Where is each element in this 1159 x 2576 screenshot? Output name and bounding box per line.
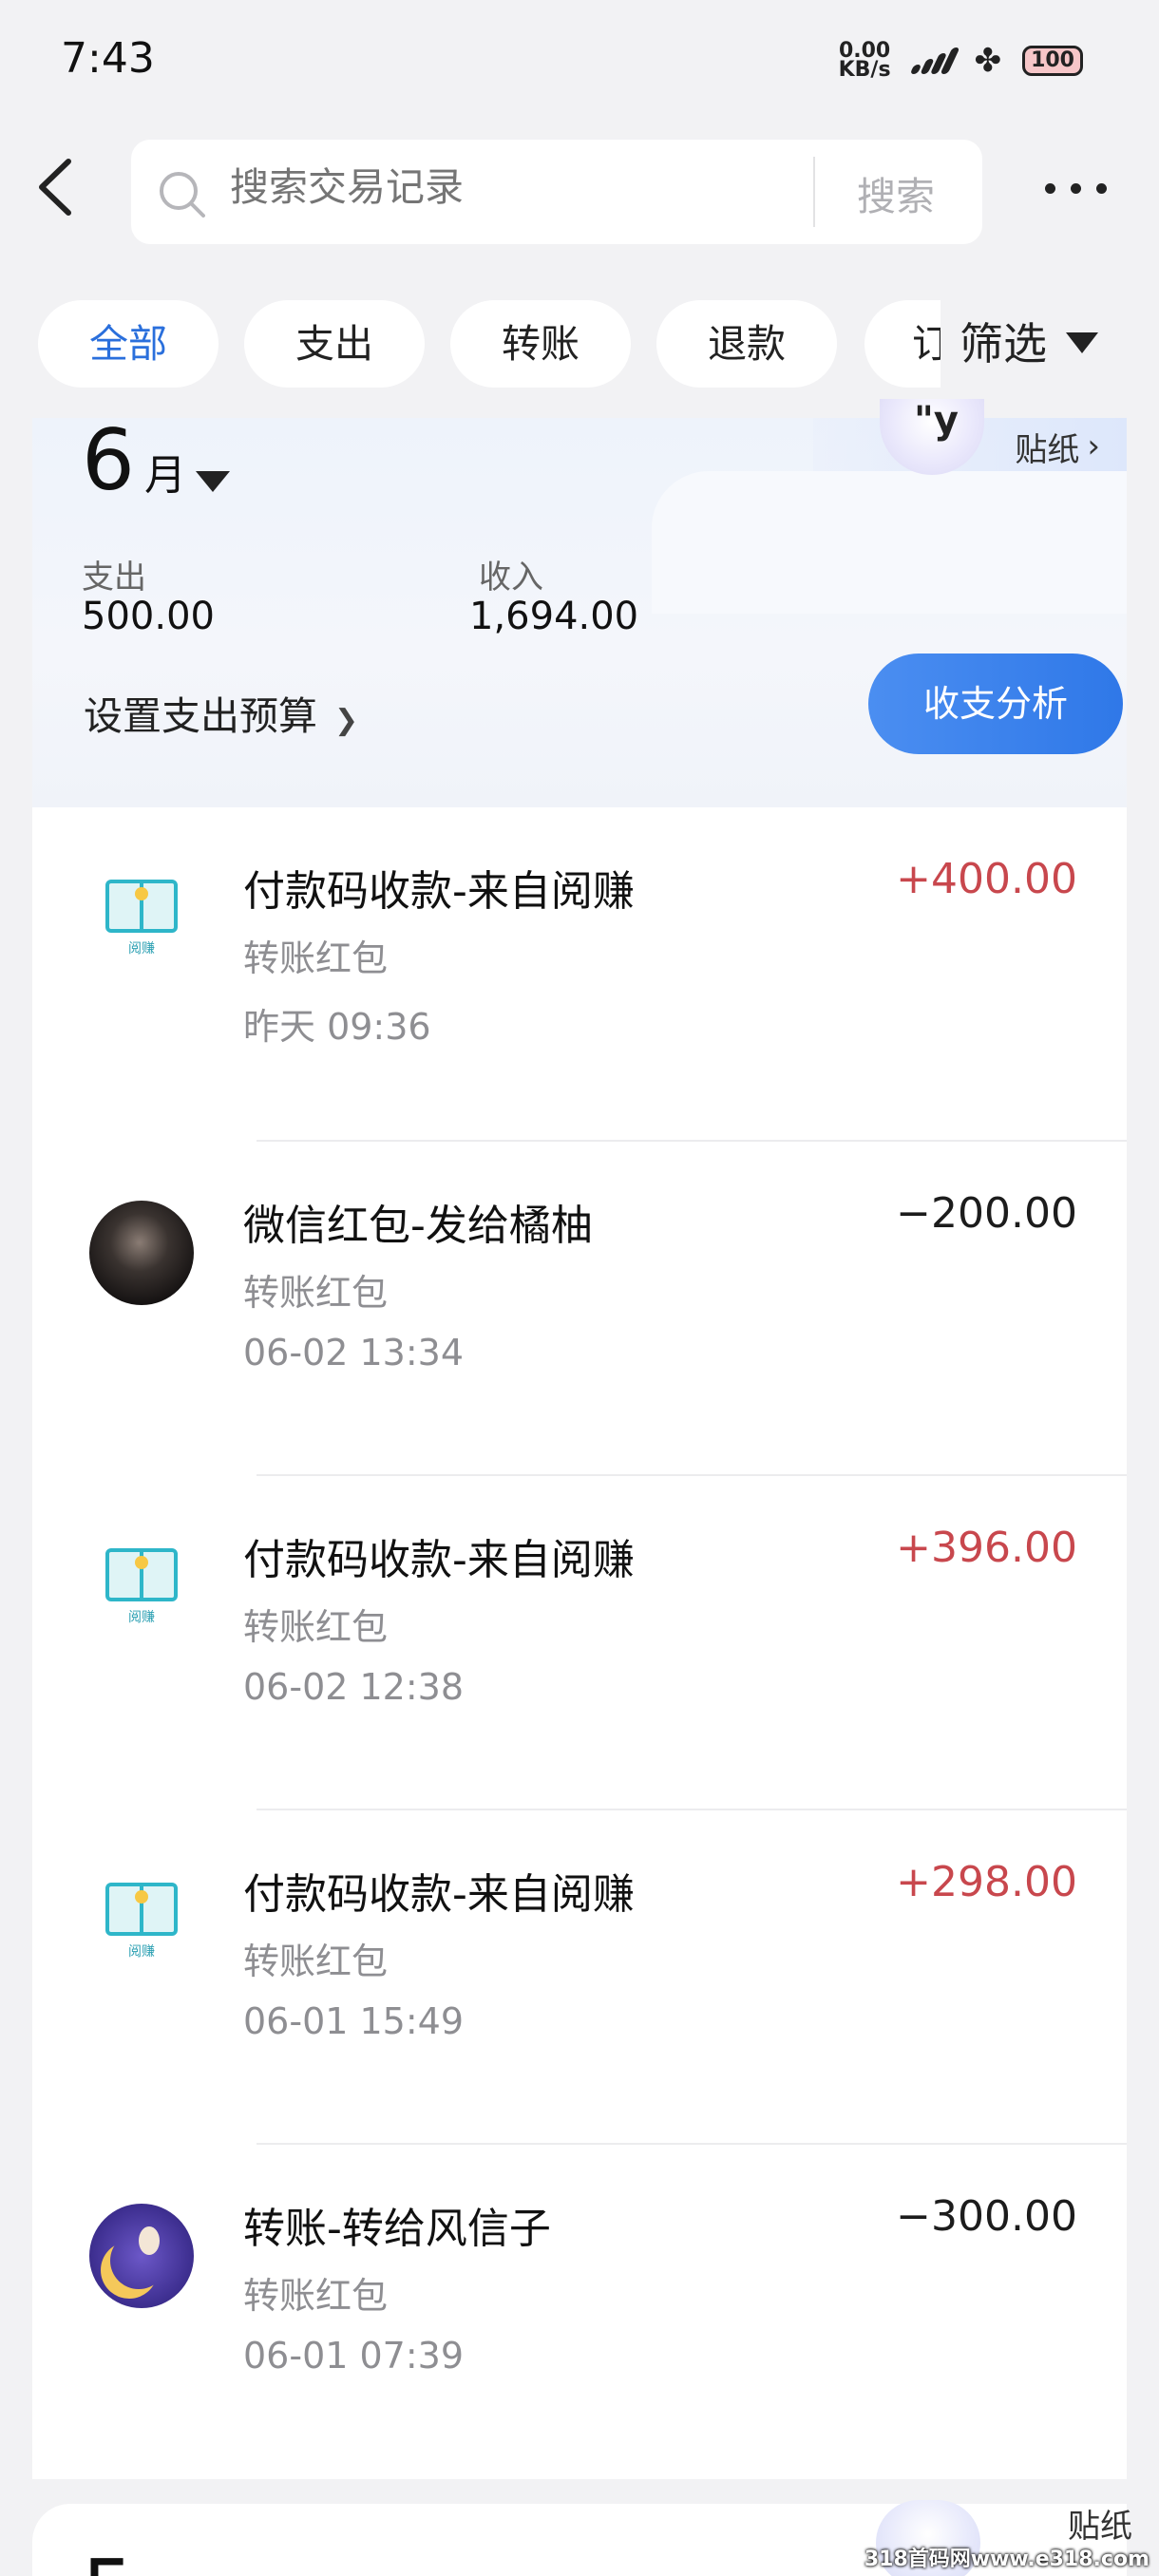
search-input[interactable]: [230, 164, 800, 210]
status-time: 7:43: [61, 34, 155, 83]
set-budget-link[interactable]: 设置支出预算: [84, 684, 358, 741]
search-button[interactable]: 搜索: [857, 164, 935, 221]
chip-partial[interactable]: 订: [864, 300, 940, 388]
transaction-time: 06-01 07:39: [243, 2335, 465, 2377]
more-options-icon[interactable]: [1045, 183, 1107, 194]
transaction-row[interactable]: 转账-转给风信子 转账红包 06-01 07:39 −300.00: [32, 2145, 1127, 2479]
next-month-number: 5: [82, 2542, 135, 2576]
month-number: 6: [82, 411, 135, 509]
transaction-subtitle: 转账红包: [243, 1606, 389, 1648]
transaction-row[interactable]: 阅赚 付款码收款-来自阅赚 转账红包 昨天 09:36 +400.00: [32, 807, 1127, 1142]
summary-tab-shape: [652, 471, 1127, 614]
transaction-amount: +400.00: [896, 855, 1077, 903]
month-selector[interactable]: 6月: [82, 418, 186, 519]
sticker-button[interactable]: 贴纸 ›: [1015, 418, 1100, 475]
transaction-title: 付款码收款-来自阅赚: [243, 1870, 635, 1919]
transaction-amount: +396.00: [896, 1524, 1077, 1572]
moon-avatar: [89, 2204, 194, 2308]
transaction-time: 06-02 13:34: [243, 1332, 465, 1373]
transaction-time: 昨天 09:36: [243, 1006, 431, 1048]
sticker-label: 贴纸: [1015, 430, 1080, 469]
expense-value: 500.00: [82, 595, 215, 638]
transaction-row[interactable]: 微信红包-发给橘柚 转账红包 06-02 13:34 −200.00: [32, 1142, 1127, 1476]
month-unit: 月: [144, 451, 186, 500]
chip-transfer[interactable]: 转账: [450, 300, 631, 388]
transaction-subtitle: 转账红包: [243, 1941, 389, 1982]
transaction-subtitle: 转账红包: [243, 1272, 389, 1314]
income-expense-analysis-button[interactable]: 收支分析: [868, 653, 1123, 754]
status-bar: 7:43 0.00 KB/s ✤ 100: [0, 0, 1159, 123]
transaction-row[interactable]: 阅赚 付款码收款-来自阅赚 转账红包 06-02 12:38 +396.00: [32, 1476, 1127, 1810]
chevron-right-icon: ›: [1087, 427, 1100, 465]
search-icon: [160, 172, 205, 218]
yuezhuan-book-icon: 阅赚: [89, 1535, 194, 1639]
filter-button[interactable]: 筛选: [940, 291, 1159, 397]
battery-icon: 100: [1022, 46, 1083, 76]
yuezhuan-book-icon: 阅赚: [89, 1869, 194, 1974]
transaction-subtitle: 转账红包: [243, 2275, 389, 2317]
chip-all[interactable]: 全部: [38, 300, 218, 388]
network-speed: 0.00 KB/s: [838, 41, 891, 82]
income-label: 收入: [479, 559, 543, 597]
network-speed-unit: KB/s: [838, 58, 891, 82]
icon-caption: 阅赚: [128, 1610, 155, 1625]
transaction-title: 转账-转给风信子: [243, 2205, 551, 2253]
chip-refund[interactable]: 退款: [656, 300, 837, 388]
watermark: 318首码网www.e318.com: [864, 2548, 1150, 2571]
transaction-title: 付款码收款-来自阅赚: [243, 1536, 635, 1584]
transaction-time: 06-02 12:38: [243, 1666, 465, 1708]
transaction-amount: −200.00: [896, 1189, 1077, 1238]
expense-label: 支出: [82, 559, 146, 597]
filter-dropdown-icon: [1066, 332, 1098, 353]
icon-caption: 阅赚: [128, 941, 155, 957]
transaction-title: 付款码收款-来自阅赚: [243, 867, 635, 916]
back-arrow-icon[interactable]: [28, 154, 86, 220]
search-header: 搜索: [0, 133, 1159, 247]
transaction-amount: −300.00: [896, 2192, 1077, 2241]
contact-avatar: [89, 1201, 194, 1305]
month-dropdown-icon[interactable]: [196, 471, 230, 492]
income-value: 1,694.00: [469, 595, 639, 638]
yuezhuan-book-icon: 阅赚: [89, 866, 194, 971]
month-summary-card: 贴纸 › 6月 支出 500.00 收入 1,694.00 设置支出预算 收支分…: [32, 399, 1127, 807]
transaction-row[interactable]: 阅赚 付款码收款-来自阅赚 转账红包 06-01 15:49 +298.00: [32, 1810, 1127, 2145]
next-sticker-label[interactable]: 贴纸: [1068, 2500, 1132, 2547]
status-icons: 0.00 KB/s ✤ 100: [838, 41, 1083, 82]
chip-expense[interactable]: 支出: [244, 300, 425, 388]
clover-icon: ✤: [974, 42, 1002, 80]
signal-icon: [909, 47, 960, 74]
transaction-subtitle: 转账红包: [243, 938, 389, 979]
icon-caption: 阅赚: [128, 1944, 155, 1960]
transaction-title: 微信红包-发给橘柚: [243, 1202, 593, 1250]
transaction-time: 06-01 15:49: [243, 2000, 465, 2042]
search-box[interactable]: 搜索: [131, 140, 982, 244]
search-divider: [813, 157, 815, 227]
transaction-amount: +298.00: [896, 1858, 1077, 1906]
transaction-list: 阅赚 付款码收款-来自阅赚 转账红包 昨天 09:36 +400.00 微信红包…: [32, 807, 1127, 2479]
filter-bar: 全部 支出 转账 退款 订 筛选: [0, 291, 1159, 397]
filter-button-label: 筛选: [960, 318, 1047, 369]
